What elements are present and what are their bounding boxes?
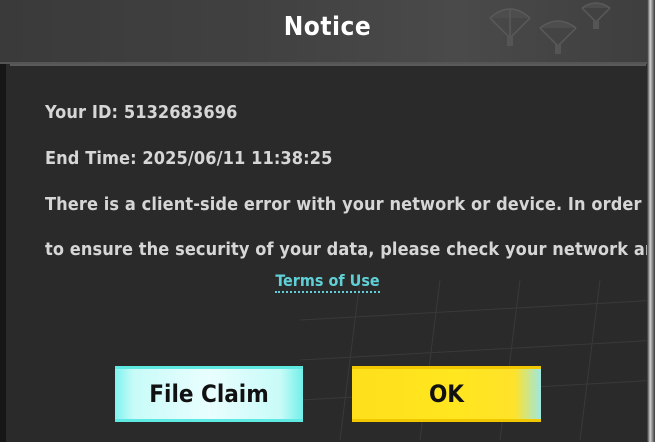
notice-dialog: Notice Your ID: 5132683696 End Time: 202… xyxy=(0,0,655,442)
user-id-text: Your ID: 5132683696 xyxy=(45,102,238,123)
button-top-trim xyxy=(115,366,303,369)
file-claim-button[interactable]: File Claim xyxy=(115,366,303,422)
dialog-header: Notice xyxy=(0,0,655,64)
dialog-right-edge xyxy=(647,0,655,442)
file-claim-label: File Claim xyxy=(149,380,269,408)
ok-label: OK xyxy=(428,380,465,408)
end-time-text: End Time: 2025/06/11 11:38:25 xyxy=(45,148,333,169)
button-bottom-trim xyxy=(115,419,303,422)
terms-of-use-link[interactable]: Terms of Use xyxy=(275,271,380,293)
button-top-trim xyxy=(352,366,541,369)
header-divider xyxy=(10,64,646,66)
dialog-title: Notice xyxy=(283,12,372,42)
dialog-left-edge xyxy=(0,0,6,442)
button-bottom-trim xyxy=(352,419,541,422)
message-line-2: to ensure the security of your data, ple… xyxy=(45,239,655,260)
message-line-1: There is a client-side error with your n… xyxy=(45,194,642,215)
ok-button[interactable]: OK xyxy=(352,366,541,422)
terms-link-row: Terms of Use xyxy=(0,271,655,293)
